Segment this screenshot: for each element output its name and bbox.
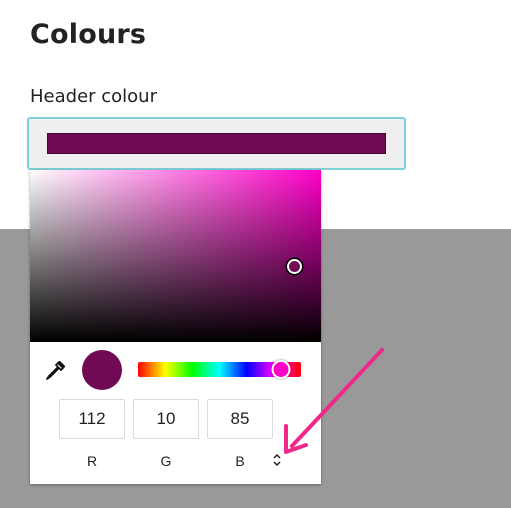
- hue-slider-handle[interactable]: [271, 360, 291, 379]
- green-channel-input[interactable]: [133, 399, 199, 439]
- red-channel-label: R: [86, 453, 98, 469]
- green-channel-label: G: [160, 453, 172, 469]
- up-down-chevron-icon[interactable]: [270, 451, 284, 469]
- header-colour-field[interactable]: [27, 117, 406, 170]
- hue-slider[interactable]: [138, 360, 301, 379]
- page-title: Colours: [30, 19, 147, 50]
- eyedropper-icon[interactable]: [44, 360, 66, 382]
- colour-picker-popup: R G B: [30, 170, 321, 484]
- value-black-gradient: [30, 170, 321, 342]
- blue-channel-label: B: [235, 453, 245, 469]
- current-colour-swatch: [82, 350, 122, 390]
- page: Colours Header colour R G B: [0, 0, 511, 508]
- saturation-value-panel[interactable]: [30, 170, 321, 342]
- header-colour-swatch[interactable]: [47, 133, 386, 154]
- blue-channel-input[interactable]: [207, 399, 273, 439]
- red-channel-input[interactable]: [59, 399, 125, 439]
- header-colour-label: Header colour: [30, 86, 157, 107]
